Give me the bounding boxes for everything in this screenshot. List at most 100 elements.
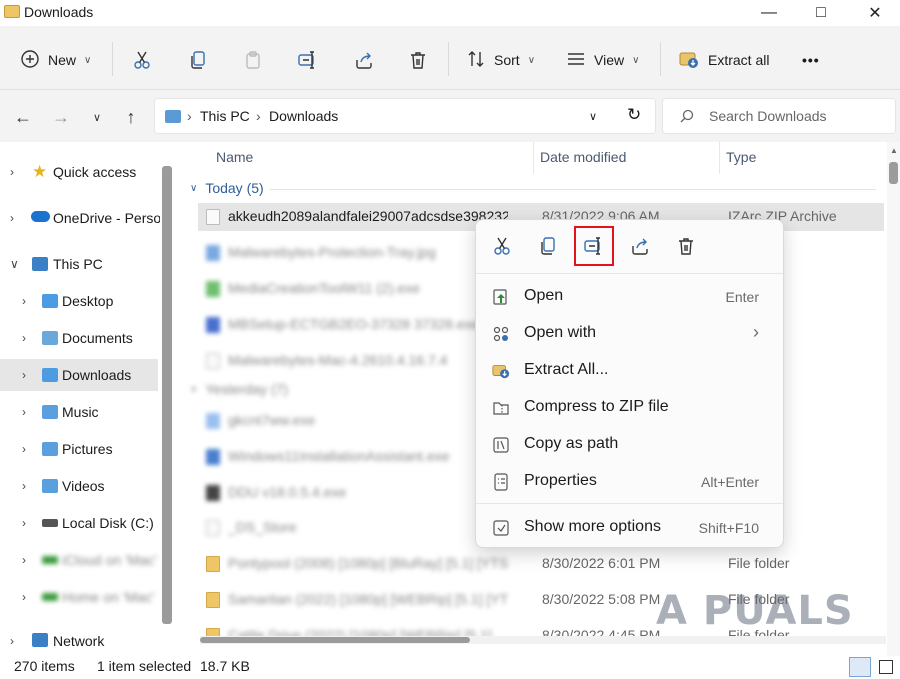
nav-item-label: Desktop xyxy=(62,293,114,309)
extract-all-button[interactable]: Extract all xyxy=(678,46,769,74)
share-icon[interactable] xyxy=(628,234,652,258)
chevron-right-icon[interactable]: › xyxy=(10,165,14,179)
up-arrow-icon[interactable]: ↑ xyxy=(120,106,142,128)
share-icon[interactable] xyxy=(352,48,376,72)
group-header-today[interactable]: ∨ Today (5) xyxy=(190,180,264,196)
context-open-with[interactable]: Open with › xyxy=(484,317,775,351)
nav-item-home-mac[interactable]: › Home on 'Mac' xyxy=(0,581,158,613)
copy-icon[interactable] xyxy=(536,234,560,258)
group-header-yesterday[interactable]: ∨ Yesterday (7) xyxy=(190,381,288,397)
file-name: Cattle Drive (2022) [1080p] [WEBRip] [5.… xyxy=(228,627,492,636)
context-show-more-options[interactable]: Show more options Shift+F10 xyxy=(484,511,775,545)
context-item-shortcut: Alt+Enter xyxy=(701,474,759,490)
delete-icon[interactable] xyxy=(674,234,698,258)
scrollbar-thumb[interactable] xyxy=(200,637,470,643)
zip-folder-icon xyxy=(492,399,510,417)
command-bar: New ∨ Sort ∨ View ∨ Extract all ••• xyxy=(0,26,900,90)
view-label: View xyxy=(594,52,625,68)
rename-icon[interactable] xyxy=(296,48,320,72)
forward-arrow-icon[interactable]: → xyxy=(50,106,72,128)
breadcrumb-chevron-icon: › xyxy=(187,108,192,124)
recent-chevron-icon[interactable]: ∨ xyxy=(86,106,108,128)
breadcrumb-downloads[interactable]: Downloads xyxy=(269,108,338,124)
nav-item-icloud-mac[interactable]: › iCloud on 'Mac' xyxy=(0,544,158,576)
nav-item-network[interactable]: › Network xyxy=(0,625,158,656)
separator xyxy=(112,42,113,76)
context-item-label: Open xyxy=(524,287,564,304)
search-input[interactable]: Search Downloads xyxy=(662,98,896,134)
chevron-down-icon[interactable]: ∨ xyxy=(10,257,19,271)
exe-file-icon xyxy=(206,281,220,297)
close-button[interactable]: ✕ xyxy=(852,0,898,26)
breadcrumb-this-pc[interactable]: This PC xyxy=(200,108,250,124)
refresh-icon[interactable]: ↻ xyxy=(627,105,641,125)
column-divider[interactable] xyxy=(533,142,534,174)
column-header-date[interactable]: Date modified xyxy=(540,149,626,165)
plus-circle-icon xyxy=(20,49,40,72)
file-row[interactable]: Pontypool (2008) [1080p] [BluRay] [5.1] … xyxy=(198,550,884,578)
nav-item-music[interactable]: › Music xyxy=(0,396,158,428)
chevron-right-icon[interactable]: › xyxy=(22,405,26,419)
exe-file-icon xyxy=(206,317,220,333)
view-button[interactable]: View ∨ xyxy=(566,46,639,74)
file-name: _DS_Store xyxy=(228,519,297,535)
details-view-icon[interactable] xyxy=(849,657,871,677)
tiles-view-icon[interactable] xyxy=(879,660,893,674)
scrollbar-thumb[interactable] xyxy=(889,162,898,184)
nav-item-onedrive[interactable]: › OneDrive - Perso xyxy=(0,202,160,234)
nav-item-documents[interactable]: › Documents xyxy=(0,322,158,354)
column-header-name[interactable]: Name xyxy=(216,149,253,165)
copy-icon[interactable] xyxy=(186,48,210,72)
maximize-button[interactable]: □ xyxy=(798,0,844,26)
horizontal-scrollbar[interactable] xyxy=(200,636,886,644)
chevron-right-icon[interactable]: › xyxy=(22,442,26,456)
documents-folder-icon xyxy=(42,331,58,345)
nav-scrollbar[interactable] xyxy=(162,166,172,624)
chevron-right-icon[interactable]: › xyxy=(10,634,14,648)
chevron-right-icon[interactable]: › xyxy=(10,211,14,225)
chevron-right-icon[interactable]: › xyxy=(22,479,26,493)
chevron-right-icon[interactable]: › xyxy=(22,368,26,382)
nav-item-this-pc[interactable]: ∨ This PC xyxy=(0,248,158,280)
sort-label: Sort xyxy=(494,52,520,68)
file-name: Malwarebytes-Protection-Tray.jpg xyxy=(228,244,436,260)
context-open[interactable]: Open Enter xyxy=(484,280,775,314)
chevron-right-icon[interactable]: › xyxy=(22,553,26,567)
paste-icon[interactable] xyxy=(241,48,265,72)
context-properties[interactable]: Properties Alt+Enter xyxy=(484,465,775,499)
delete-icon[interactable] xyxy=(406,48,430,72)
window-title: Downloads xyxy=(24,4,94,20)
cut-icon[interactable] xyxy=(130,48,154,72)
cut-icon[interactable] xyxy=(490,234,514,258)
folder-icon xyxy=(4,5,20,18)
nav-item-local-disk[interactable]: › Local Disk (C:) xyxy=(0,507,158,539)
chevron-right-icon[interactable]: › xyxy=(22,331,26,345)
context-extract-all[interactable]: Extract All... xyxy=(484,354,775,388)
nav-item-pictures[interactable]: › Pictures xyxy=(0,433,158,465)
column-header-type[interactable]: Type xyxy=(726,149,756,165)
context-compress-zip[interactable]: Compress to ZIP file xyxy=(484,391,775,425)
minimize-button[interactable]: — xyxy=(746,0,792,26)
context-quick-actions xyxy=(476,220,783,274)
back-arrow-icon[interactable]: ← xyxy=(12,106,34,128)
file-list-scrollbar[interactable]: ▲ xyxy=(887,142,900,656)
nav-item-downloads[interactable]: › Downloads xyxy=(0,359,158,391)
exe-file-icon xyxy=(206,449,220,465)
pc-icon xyxy=(32,257,48,271)
new-button[interactable]: New ∨ xyxy=(20,46,91,74)
rename-icon[interactable] xyxy=(574,226,614,266)
nav-item-videos[interactable]: › Videos xyxy=(0,470,158,502)
more-options-button[interactable]: ••• xyxy=(802,46,820,74)
file-name: MBSetup-ECTGB2EO-37328 37328.exe xyxy=(228,316,480,332)
context-copy-as-path[interactable]: Copy as path xyxy=(484,428,775,462)
chevron-right-icon[interactable]: › xyxy=(22,590,26,604)
nav-item-quick-access[interactable]: › ★ Quick access xyxy=(0,156,158,188)
sort-button[interactable]: Sort ∨ xyxy=(466,46,535,74)
scroll-up-icon[interactable]: ▲ xyxy=(890,146,898,155)
chevron-right-icon[interactable]: › xyxy=(22,294,26,308)
nav-item-desktop[interactable]: › Desktop xyxy=(0,285,158,317)
chevron-right-icon[interactable]: › xyxy=(22,516,26,530)
address-dropdown-icon[interactable]: ∨ xyxy=(589,110,597,123)
column-divider[interactable] xyxy=(719,142,720,174)
address-field[interactable]: › This PC › Downloads ∨ ↻ xyxy=(154,98,656,134)
